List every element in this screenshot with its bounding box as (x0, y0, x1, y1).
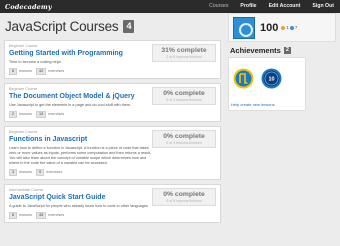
exercise-count: 42 (36, 68, 47, 75)
lesson-count: 8 (9, 68, 18, 75)
points-total: 100 (260, 21, 279, 34)
blue-badge-icon (289, 25, 294, 30)
gold-badge-icon (281, 25, 286, 30)
lesson-count: 2 (9, 111, 18, 118)
nav-edit-account-link[interactable]: Edit Account (263, 0, 307, 13)
mini-badge-b-count: 7 (294, 25, 298, 30)
course-count-badge: 4 (123, 19, 135, 33)
progress-box: 0% complete 0 of 8 lessons finished (152, 188, 216, 206)
nav-sign-out-link[interactable]: Sign Out (306, 0, 340, 13)
progress-percent: 31% complete (161, 47, 207, 54)
progress-box: 0% complete 0 of 2 lessons finished (152, 87, 216, 105)
avatar[interactable] (233, 16, 255, 39)
nav-links: Courses Profile Edit Account Sign Out (203, 0, 340, 13)
lesson-count-label: lessons (19, 69, 32, 73)
course-stats: 2 lessons 13 exercises (9, 111, 217, 118)
ten-badge-text: 10 (268, 77, 274, 83)
nav-courses-link[interactable]: Courses (203, 0, 234, 13)
achievements-panel: 10 Help create new lessons (228, 57, 306, 111)
progress-box: 31% complete 2 of 8 lessons finished (152, 44, 216, 62)
codecademy-logo[interactable]: Codecademy (5, 3, 52, 11)
course-description: A guide to JavaScript for people who alr… (9, 204, 148, 208)
course-stats: 3 lessons 9 exercises (9, 169, 217, 176)
lesson-count: 8 (9, 212, 18, 219)
achievements-count: 2 (283, 47, 291, 54)
progress-lessons-finished: 0 of 2 lessons finished (166, 98, 202, 102)
exercise-count: 13 (36, 111, 47, 118)
help-create-lessons-link[interactable]: Help create new lessons (231, 102, 275, 107)
progress-lessons-finished: 0 of 8 lessons finished (166, 199, 202, 203)
exercise-count-label: exercises (48, 213, 65, 217)
exercise-count: 45 (36, 212, 47, 219)
progress-percent: 0% complete (163, 133, 205, 140)
progress-percent: 0% complete (163, 191, 205, 198)
course-stats: 8 lessons 45 exercises (9, 212, 217, 219)
progress-lessons-finished: 2 of 8 lessons finished (166, 55, 202, 59)
progress-box: 0% complete 0 of 3 lessons finished (152, 130, 216, 148)
exercise-count-label: exercises (46, 170, 63, 174)
course-list: Beginner Course Getting Started with Pro… (4, 40, 221, 227)
lesson-count-label: lessons (19, 112, 32, 116)
course-card: Beginner Course Functions in Javascript … (4, 126, 221, 180)
exercise-count-label: exercises (48, 112, 65, 116)
exercise-count-label: exercises (48, 69, 65, 73)
top-nav: Codecademy Courses Profile Edit Account … (0, 0, 340, 13)
nav-profile-link[interactable]: Profile (234, 0, 262, 13)
progress-lessons-finished: 0 of 3 lessons finished (166, 141, 202, 145)
progress-percent: 0% complete (163, 90, 205, 97)
course-card: Beginner Course Getting Started with Pro… (4, 40, 221, 79)
lesson-count-label: lessons (19, 213, 32, 217)
bracket-achievement-icon[interactable] (233, 68, 254, 89)
page-title: JavaScript Courses (5, 18, 119, 34)
course-stats: 8 lessons 42 exercises (9, 68, 217, 75)
mini-badge-counts: 1 7 (281, 25, 297, 30)
profile-summary: 100 1 7 (228, 13, 336, 42)
exercise-count: 9 (36, 169, 45, 176)
lesson-count: 3 (9, 169, 18, 176)
achievements-header: Achievements 2 (230, 46, 291, 55)
course-description: Learn how to define a function in Javasc… (9, 146, 152, 165)
ten-exercises-achievement-icon[interactable]: 10 (261, 68, 282, 89)
course-card: Intermediate Course JavaScript Quick Sta… (4, 184, 221, 223)
course-card: Beginner Course The Document Object Mode… (4, 83, 221, 122)
lesson-count-label: lessons (19, 170, 32, 174)
achievements-title: Achievements (230, 46, 281, 55)
page-header: JavaScript Courses 4 (5, 17, 135, 35)
mini-badge-a-count: 1 (286, 25, 289, 30)
